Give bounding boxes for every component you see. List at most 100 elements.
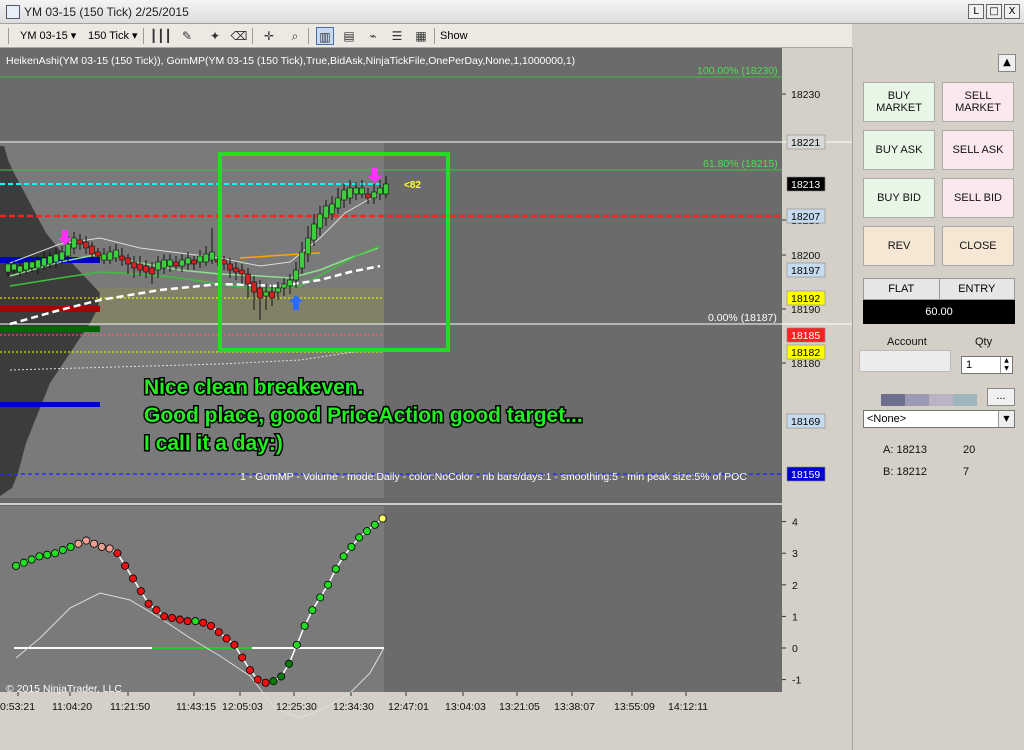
sell-bid-button[interactable]: SELL BID bbox=[942, 178, 1014, 218]
bar-type-icon[interactable]: ┃┃┃ bbox=[150, 27, 172, 45]
osc-dot bbox=[323, 580, 332, 589]
more-options-button[interactable]: ... bbox=[987, 388, 1015, 406]
candle-body bbox=[251, 281, 257, 293]
osc-dot bbox=[253, 675, 262, 684]
osc-dot bbox=[19, 558, 28, 567]
show-button[interactable]: Show bbox=[440, 27, 468, 45]
annotation-text-line: I call it a day:) bbox=[144, 432, 283, 455]
copyright-text: © 2015 NinjaTrader, LLC bbox=[6, 683, 122, 695]
osc-dot bbox=[378, 514, 387, 523]
osc-dot bbox=[199, 618, 208, 627]
osc-dot bbox=[144, 599, 153, 608]
swatch bbox=[929, 394, 953, 406]
interval-label: 150 Tick bbox=[88, 30, 129, 42]
osc-dot bbox=[51, 549, 60, 558]
properties-icon[interactable]: ▦ bbox=[412, 27, 430, 45]
draw-tool-icon[interactable]: ✦ bbox=[206, 27, 224, 45]
osc-tick-label: 1 bbox=[792, 611, 798, 623]
osc-dot bbox=[160, 612, 169, 621]
reverse-button[interactable]: REV bbox=[863, 226, 935, 266]
minimize-button[interactable]: L bbox=[968, 4, 984, 19]
close-position-button[interactable]: CLOSE bbox=[942, 226, 1014, 266]
chevron-down-icon[interactable]: ▼ bbox=[998, 411, 1014, 427]
candlestick-icon[interactable]: ▤ bbox=[340, 27, 358, 45]
candle-body bbox=[167, 259, 173, 267]
qty-stepper[interactable]: 1 ▲ ▼ bbox=[961, 356, 1013, 374]
buy-market-label: BUY MARKET bbox=[876, 90, 922, 114]
time-tick-label: 11:43:15 bbox=[176, 701, 216, 713]
close-button[interactable]: X bbox=[1004, 4, 1020, 19]
osc-dot bbox=[121, 561, 130, 570]
osc-dot bbox=[128, 574, 137, 583]
osc-dot bbox=[245, 666, 254, 675]
spin-arrows-icon[interactable]: ▲ ▼ bbox=[1000, 357, 1012, 373]
instrument-selector[interactable]: YM 03-15 ▾ bbox=[20, 27, 76, 45]
candle-body bbox=[149, 267, 155, 275]
maximize-button[interactable]: □ bbox=[986, 4, 1002, 19]
osc-tick-label: 0 bbox=[792, 643, 798, 655]
time-tick-label: 13:55:09 bbox=[614, 701, 655, 713]
osc-dot bbox=[43, 550, 52, 559]
osc-dot bbox=[58, 546, 67, 555]
candle-body bbox=[341, 189, 347, 201]
strategy-select-value: <None> bbox=[867, 413, 907, 425]
candle-body bbox=[185, 257, 191, 265]
price-badge-label: 18169 bbox=[791, 416, 820, 428]
swatch bbox=[905, 394, 929, 406]
crosshair-icon[interactable]: ✛ bbox=[260, 27, 278, 45]
osc-dot bbox=[152, 606, 161, 615]
account-selector[interactable] bbox=[859, 350, 951, 372]
chart-app-icon bbox=[6, 5, 20, 19]
profile-level-green bbox=[0, 326, 100, 332]
position-entry: ENTRY bbox=[958, 283, 996, 295]
price-tick-label: 18190 bbox=[791, 304, 820, 316]
osc-dot bbox=[277, 672, 286, 681]
price-badge-label: 18185 bbox=[791, 330, 820, 342]
time-tick-label: 12:47:01 bbox=[388, 701, 429, 713]
interval-selector[interactable]: 150 Tick ▾ bbox=[88, 27, 138, 45]
buy-ask-button[interactable]: BUY ASK bbox=[863, 130, 935, 170]
chart-area[interactable]: HeikenAshi(YM 03-15 (150 Tick)), GomMP(Y… bbox=[0, 48, 852, 750]
chart-canvas[interactable]: HeikenAshi(YM 03-15 (150 Tick)), GomMP(Y… bbox=[0, 48, 852, 750]
candle-body bbox=[71, 237, 77, 249]
strategies-icon[interactable]: ☰ bbox=[388, 27, 406, 45]
sell-ask-button[interactable]: SELL ASK bbox=[942, 130, 1014, 170]
osc-dot bbox=[370, 520, 379, 529]
chevron-down-icon: ▾ bbox=[132, 30, 138, 42]
candle-body bbox=[35, 259, 41, 269]
strategy-select[interactable]: <None> ▼ bbox=[863, 410, 1015, 428]
qty-label: Qty bbox=[975, 336, 993, 348]
position-value: 60.00 bbox=[863, 300, 1015, 324]
osc-dot bbox=[355, 533, 364, 542]
candle-body bbox=[161, 259, 167, 269]
chart-style-icon[interactable]: ▥ bbox=[316, 27, 334, 45]
sell-market-button[interactable]: SELL MARKET bbox=[942, 82, 1014, 122]
zoom-icon[interactable]: ⌕ bbox=[286, 27, 304, 45]
gom-caption: 1 - GomMP - Volume - mode:Daily - color:… bbox=[240, 471, 747, 483]
osc-dot bbox=[206, 621, 215, 630]
eraser-icon[interactable]: ⌫ bbox=[230, 27, 248, 45]
buy-bid-button[interactable]: BUY BID bbox=[863, 178, 935, 218]
time-tick-label: 11:21:50 bbox=[110, 701, 150, 713]
osc-dot bbox=[74, 539, 83, 548]
candle-body bbox=[17, 265, 23, 273]
buy-market-button[interactable]: BUY MARKET bbox=[863, 82, 935, 122]
candle-body bbox=[305, 237, 311, 255]
indicators-icon[interactable]: ⌁ bbox=[364, 27, 382, 45]
pencil-icon[interactable]: ✎ bbox=[178, 27, 196, 45]
candle-body bbox=[227, 263, 233, 271]
candle-body bbox=[365, 193, 371, 199]
time-tick-label: 13:38:07 bbox=[554, 701, 595, 713]
position-flat: FLAT bbox=[864, 279, 940, 299]
time-tick-label: 11:04:20 bbox=[52, 701, 92, 713]
swatch bbox=[881, 394, 905, 406]
candle-body bbox=[257, 287, 263, 299]
candle-body bbox=[245, 273, 251, 285]
profile-level-blue-low bbox=[0, 402, 100, 407]
ask-size: 20 bbox=[963, 444, 976, 456]
osc-dot bbox=[339, 552, 348, 561]
annotation-text-line: Nice clean breakeven. bbox=[144, 376, 363, 399]
scroll-up-arrow-icon[interactable]: ▲ bbox=[998, 54, 1016, 72]
candle-body bbox=[329, 203, 335, 215]
price-tick-label: 18200 bbox=[791, 250, 820, 262]
